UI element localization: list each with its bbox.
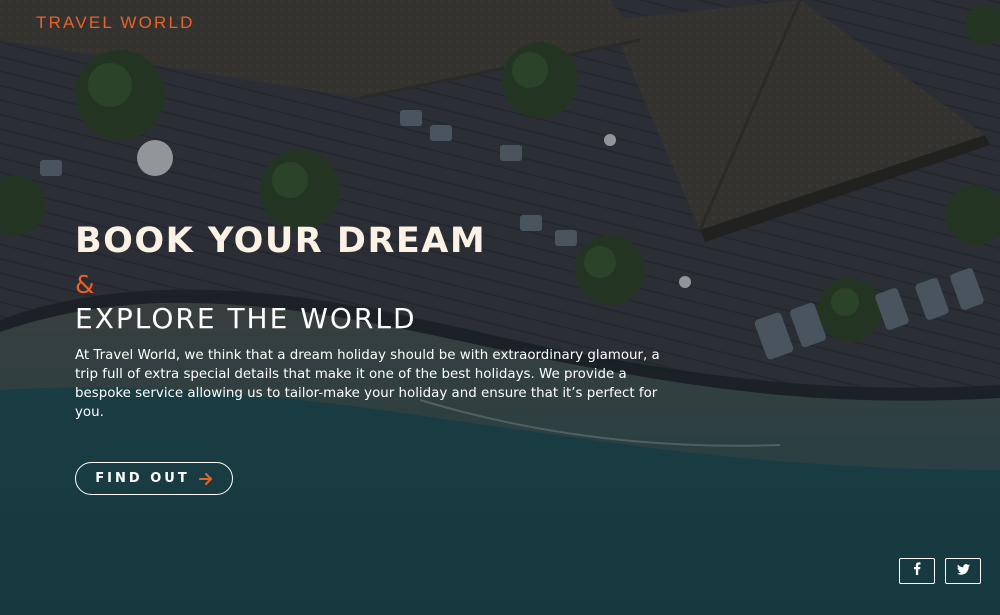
hero-headline: BOOK YOUR DREAM — [75, 221, 487, 261]
hero-ampersand: & — [75, 270, 95, 299]
hero-description: At Travel World, we think that a dream h… — [75, 348, 660, 420]
find-out-button[interactable]: FIND OUT — [75, 462, 233, 495]
facebook-icon — [913, 562, 921, 580]
twitter-button[interactable] — [945, 558, 981, 584]
facebook-button[interactable] — [899, 558, 935, 584]
brand-logo-text[interactable]: TRAVEL WORLD — [36, 13, 195, 33]
hero-section: TRAVEL WORLD BOOK YOUR DREAM & EXPLORE T… — [0, 0, 1000, 615]
arrow-right-icon — [198, 472, 213, 485]
hero-content: BOOK YOUR DREAM & EXPLORE THE WORLD At T… — [75, 220, 675, 435]
hero-subheadline: EXPLORE THE WORLD — [75, 302, 417, 335]
find-out-button-label: FIND OUT — [95, 471, 190, 486]
twitter-icon — [956, 562, 970, 580]
